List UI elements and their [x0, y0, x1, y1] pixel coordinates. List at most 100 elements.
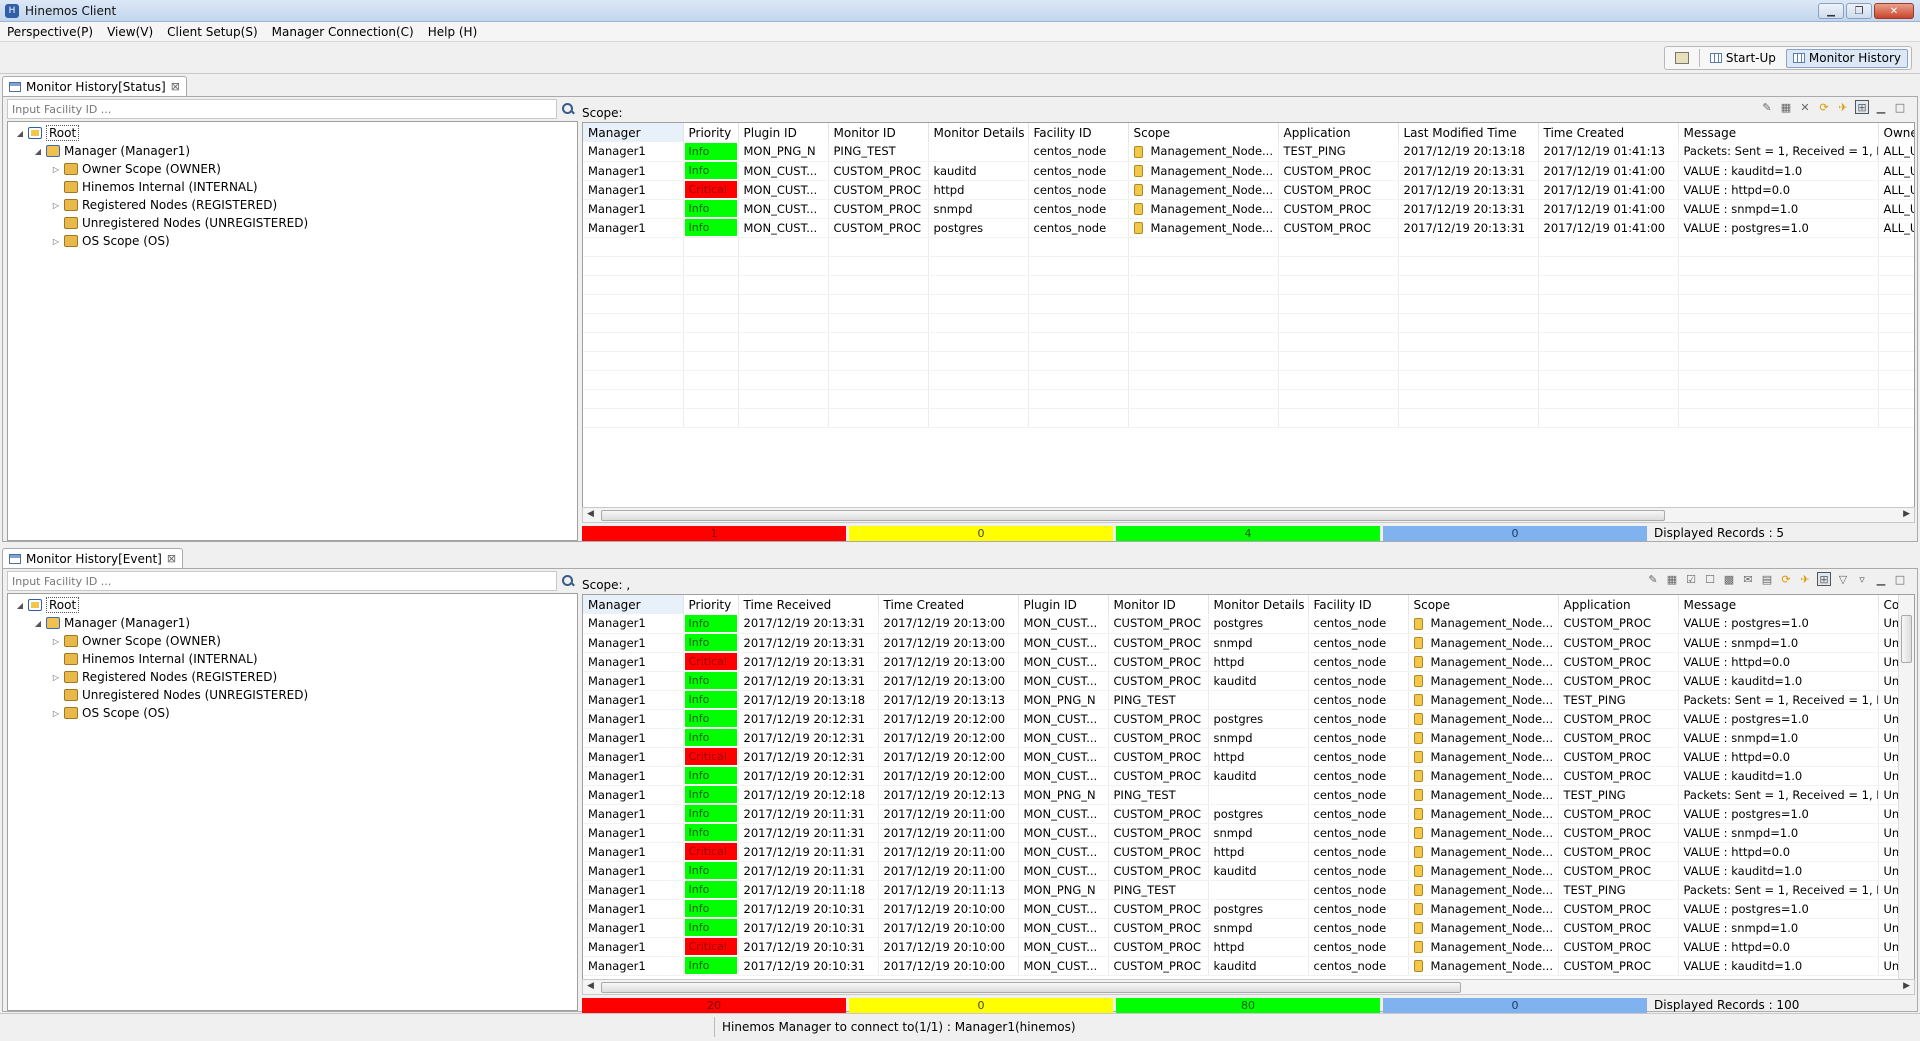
- scroll-left-icon[interactable]: ◀: [587, 509, 594, 519]
- table-row[interactable]: Manager1 Info MON_CUST... CUSTOM_PROC postgr…: [583, 218, 1914, 238]
- column-header[interactable]: Scope: [1408, 595, 1559, 614]
- table-row[interactable]: Manager1 Critical 2017/12/19 20:12:31 2017/…: [583, 747, 1914, 767]
- column-header[interactable]: Manager: [583, 123, 684, 142]
- table-row[interactable]: Manager1 Info 2017/12/19 20:11:31 2017/12/1…: [583, 861, 1914, 881]
- expand-toggle-icon[interactable]: ▷: [50, 165, 62, 174]
- column-header[interactable]: Monitor ID: [1108, 595, 1209, 614]
- minimize-button[interactable]: ▁: [1818, 3, 1844, 19]
- event-horizontal-scrollbar[interactable]: ◀ ▶: [582, 979, 1915, 995]
- tree-node[interactable]: ▷ OS Scope (OS): [8, 704, 577, 722]
- menu-client-setup[interactable]: Client Setup(S): [160, 25, 264, 39]
- facility-search-input[interactable]: Input Facility ID ...: [7, 99, 557, 119]
- column-header[interactable]: Message: [1678, 123, 1879, 142]
- expand-toggle-icon[interactable]: ▷: [50, 637, 62, 646]
- column-header[interactable]: Scope: [1128, 123, 1279, 142]
- column-header[interactable]: Facility ID: [1308, 595, 1409, 614]
- column-header[interactable]: Monitor Details: [1208, 595, 1309, 614]
- scroll-right-icon[interactable]: ▶: [1903, 981, 1910, 991]
- column-header[interactable]: Plugin ID: [1018, 595, 1109, 614]
- close-tab-icon[interactable]: ⊠: [167, 552, 176, 565]
- scroll-right-icon[interactable]: ▶: [1903, 509, 1910, 519]
- perspective-start-up[interactable]: Start-Up: [1703, 49, 1783, 68]
- column-header[interactable]: Monitor ID: [828, 123, 929, 142]
- column-header[interactable]: Facility ID: [1028, 123, 1129, 142]
- status-horizontal-scrollbar[interactable]: ◀ ▶: [582, 507, 1915, 523]
- table-row[interactable]: Manager1 Info 2017/12/19 20:13:31 2017/12/1…: [583, 633, 1914, 653]
- column-header[interactable]: Application: [1558, 595, 1679, 614]
- table-row[interactable]: Manager1 Info 2017/12/19 20:13:31 2017/12/1…: [583, 671, 1914, 691]
- menu-manager-connection[interactable]: Manager Connection(C): [265, 25, 421, 39]
- table-row[interactable]: Manager1 Info 2017/12/19 20:11:31 2017/12/1…: [583, 804, 1914, 824]
- tree-node[interactable]: ▷ Registered Nodes (REGISTERED): [8, 196, 577, 214]
- table-row[interactable]: Manager1 Critical 2017/12/19 20:10:31 2017/…: [583, 937, 1914, 957]
- expand-toggle-icon[interactable]: ▷: [50, 201, 62, 210]
- column-header[interactable]: Priority: [683, 123, 739, 142]
- column-header[interactable]: Application: [1278, 123, 1399, 142]
- menu-perspective[interactable]: Perspective(P): [0, 25, 100, 39]
- column-header[interactable]: Time Received: [738, 595, 879, 614]
- tree-node[interactable]: ◢ Manager (Manager1): [8, 142, 577, 160]
- open-perspective-button[interactable]: [1668, 49, 1696, 68]
- column-header[interactable]: Owner: [1878, 123, 1914, 142]
- column-header[interactable]: Manager: [583, 595, 684, 614]
- restore-button[interactable]: ❐: [1846, 3, 1872, 19]
- table-row[interactable]: Manager1 Info MON_CUST... CUSTOM_PROC kaudit…: [583, 161, 1914, 181]
- tree-node[interactable]: ▷ Owner Scope (OWNER): [8, 632, 577, 650]
- table-row[interactable]: Manager1 Critical 2017/12/19 20:11:31 2017/…: [583, 842, 1914, 862]
- expand-toggle-icon[interactable]: ▷: [50, 673, 62, 682]
- scroll-left-icon[interactable]: ◀: [587, 981, 594, 991]
- table-row[interactable]: Manager1 Info 2017/12/19 20:12:31 2017/12/1…: [583, 728, 1914, 748]
- tree-node[interactable]: ▷ Owner Scope (OWNER): [8, 160, 577, 178]
- event-vertical-scrollbar[interactable]: [1898, 595, 1914, 980]
- table-row[interactable]: Manager1 Info 2017/12/19 20:10:31 2017/12/1…: [583, 918, 1914, 938]
- menu-view[interactable]: View(V): [100, 25, 160, 39]
- column-header[interactable]: Message: [1678, 595, 1879, 614]
- close-window-button[interactable]: ✕: [1874, 3, 1914, 19]
- expand-toggle-icon[interactable]: ◢: [14, 129, 26, 138]
- expand-toggle-icon[interactable]: ▷: [50, 237, 62, 246]
- tree-node[interactable]: Unregistered Nodes (UNREGISTERED): [8, 214, 577, 232]
- column-header[interactable]: Last Modified Time: [1398, 123, 1539, 142]
- expand-toggle-icon[interactable]: ◢: [14, 601, 26, 610]
- expand-toggle-icon[interactable]: ◢: [32, 147, 44, 156]
- expand-toggle-icon[interactable]: ◢: [32, 619, 44, 628]
- tree-node[interactable]: ▷ OS Scope (OS): [8, 232, 577, 250]
- column-header[interactable]: Monitor Details: [928, 123, 1029, 142]
- tab-monitor-history-status[interactable]: Monitor History[Status] ⊠: [2, 76, 187, 96]
- column-header[interactable]: Time Created: [878, 595, 1019, 614]
- table-row[interactable]: Manager1 Info 2017/12/19 20:10:31 2017/12/1…: [583, 956, 1914, 976]
- table-row[interactable]: Manager1 Info 2017/12/19 20:13:18 2017/12/1…: [583, 690, 1914, 710]
- table-row[interactable]: Manager1 Info 2017/12/19 20:12:18 2017/12/1…: [583, 785, 1914, 805]
- tab-monitor-history-event[interactable]: Monitor History[Event] ⊠: [2, 548, 184, 568]
- tree-node[interactable]: Hinemos Internal (INTERNAL): [8, 650, 577, 668]
- menu-help[interactable]: Help (H): [421, 25, 485, 39]
- table-row[interactable]: Manager1 Info 2017/12/19 20:11:31 2017/12/1…: [583, 823, 1914, 843]
- search-icon[interactable]: [561, 102, 575, 116]
- close-tab-icon[interactable]: ⊠: [171, 80, 180, 93]
- table-row[interactable]: Manager1 Info 2017/12/19 20:11:18 2017/12/1…: [583, 880, 1914, 900]
- column-header[interactable]: Priority: [683, 595, 739, 614]
- tree-node[interactable]: Hinemos Internal (INTERNAL): [8, 178, 577, 196]
- table-row[interactable]: Manager1 Info 2017/12/19 20:12:31 2017/12/1…: [583, 709, 1914, 729]
- tree-node[interactable]: ◢ Root: [8, 596, 577, 614]
- scroll-thumb[interactable]: [601, 510, 1665, 521]
- table-row[interactable]: Manager1 Critical MON_CUST... CUSTOM_PROC ht…: [583, 180, 1914, 200]
- expand-toggle-icon[interactable]: ▷: [50, 709, 62, 718]
- table-row[interactable]: Manager1 Info MON_CUST... CUSTOM_PROC snmpd c…: [583, 199, 1914, 219]
- tree-node[interactable]: Unregistered Nodes (UNREGISTERED): [8, 686, 577, 704]
- table-row[interactable]: Manager1 Critical 2017/12/19 20:13:31 2017/…: [583, 652, 1914, 672]
- tree-node[interactable]: ▷ Registered Nodes (REGISTERED): [8, 668, 577, 686]
- tree-node[interactable]: ◢ Root: [8, 124, 577, 142]
- facility-search-input[interactable]: Input Facility ID ...: [7, 571, 557, 591]
- table-row[interactable]: Manager1 Info 2017/12/19 20:10:31 2017/12/1…: [583, 899, 1914, 919]
- column-header[interactable]: Time Created: [1538, 123, 1679, 142]
- perspective-monitor-history[interactable]: Monitor History: [1785, 48, 1908, 68]
- scroll-thumb[interactable]: [601, 982, 1461, 993]
- tree-node[interactable]: ◢ Manager (Manager1): [8, 614, 577, 632]
- table-row[interactable]: Manager1 Info MON_PNG_N PING_TEST centos_nod…: [583, 142, 1914, 162]
- column-header[interactable]: Plugin ID: [738, 123, 829, 142]
- scroll-thumb[interactable]: [1901, 615, 1912, 663]
- table-row[interactable]: Manager1 Info 2017/12/19 20:13:31 2017/12/1…: [583, 614, 1914, 634]
- search-icon[interactable]: [561, 574, 575, 588]
- table-row[interactable]: Manager1 Info 2017/12/19 20:12:31 2017/12/1…: [583, 766, 1914, 786]
